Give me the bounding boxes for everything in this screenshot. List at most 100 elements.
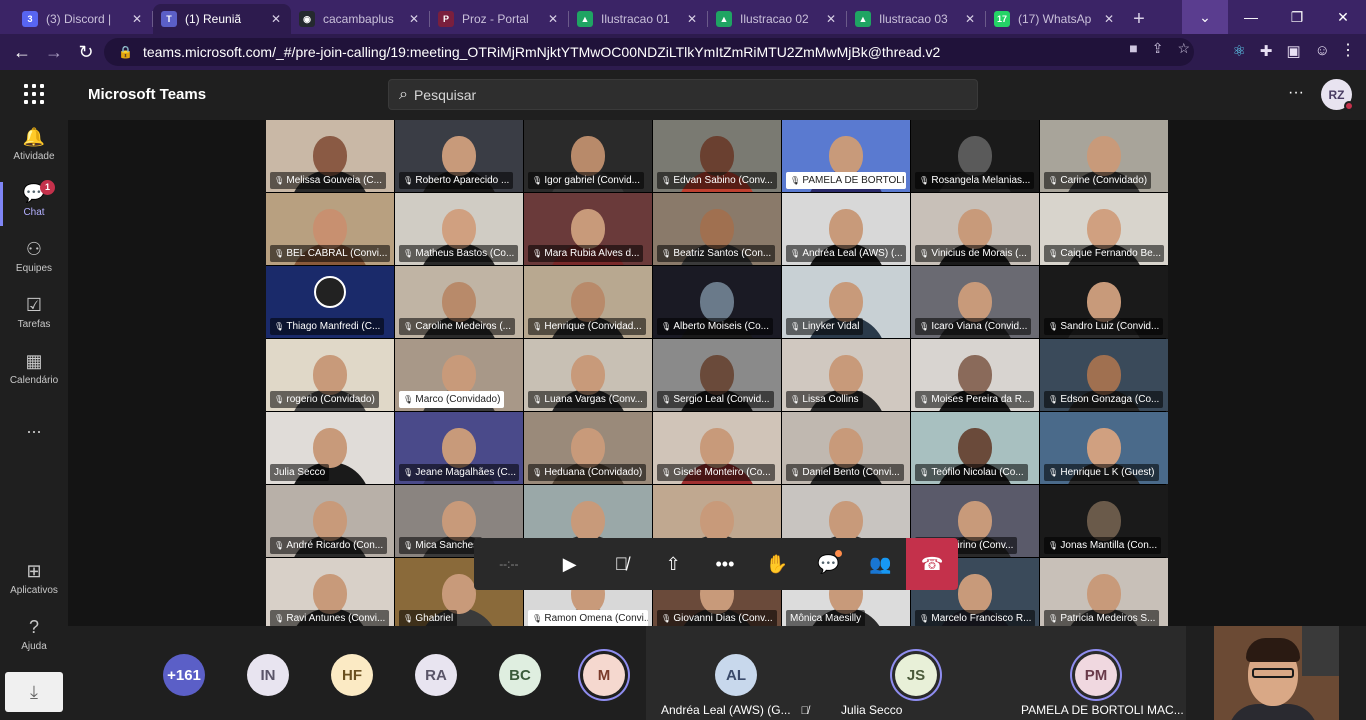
rail-item-calendar[interactable]: ▦ Calendário [0, 350, 68, 402]
participant-avatar[interactable]: RA [415, 654, 457, 696]
participant-tile[interactable]: 🎙 Thiago Manfredi (C... [266, 266, 394, 338]
extensions-puzzle-icon[interactable]: ✚ [1260, 42, 1273, 60]
tab-close-icon[interactable]: ✕ [407, 12, 421, 26]
browser-tab[interactable]: ▲ Ilustracao 02 ✕ [708, 4, 846, 34]
bookmark-star-icon[interactable]: ☆ [1177, 40, 1190, 57]
participant-tile[interactable]: 🎙 BEL CABRAL (Convi... [266, 193, 394, 265]
share-screen-button[interactable]: ⇧ [647, 538, 699, 590]
profile-avatar-icon[interactable]: ☺ [1315, 42, 1330, 60]
participant-avatar[interactable]: IN [247, 654, 289, 696]
participant-tile[interactable]: 🎙 Caique Fernando Be... [1040, 193, 1168, 265]
close-window-button[interactable]: ✕ [1320, 0, 1366, 34]
self-view-video[interactable] [1214, 626, 1339, 720]
participant-avatar[interactable]: HF [331, 654, 373, 696]
rail-item-chat[interactable]: 💬 Chat 1 [0, 180, 68, 234]
settings-more-icon[interactable]: ··· [1288, 84, 1304, 102]
participant-tile[interactable]: 🎙 Sergio Leal (Convid... [653, 339, 781, 411]
browser-menu-icon[interactable]: ⋮ [1340, 40, 1356, 60]
participant-avatar[interactable]: BC [499, 654, 541, 696]
back-button[interactable]: ← [6, 36, 38, 68]
participant-tile[interactable]: Julia Secco [266, 412, 394, 484]
participant-tile[interactable]: 🎙 rogerio (Convidado) [266, 339, 394, 411]
participant-tile[interactable]: 🎙 Igor gabriel (Convid... [524, 120, 652, 192]
more-actions-button[interactable]: ••• [699, 538, 751, 590]
tab-close-icon[interactable]: ✕ [685, 12, 699, 26]
participant-tile[interactable]: 🎙 Gisele Monteiro (Co... [653, 412, 781, 484]
camera-button[interactable]: ▶ [544, 538, 596, 590]
participant-tile[interactable]: 🎙 Roberto Aparecido ... [395, 120, 523, 192]
side-panel-icon[interactable]: ▣ [1286, 42, 1300, 60]
meeting-chat-button[interactable]: 💬 [803, 538, 855, 590]
participant-tile[interactable]: 🎙 Lissa Collins [782, 339, 910, 411]
participant-tile[interactable]: 🎙 André Ricardo (Con... [266, 485, 394, 557]
participant-tile[interactable]: 🎙 Edson Gonzaga (Co... [1040, 339, 1168, 411]
participant-tile[interactable]: 🎙 Jeane Magalhães (C... [395, 412, 523, 484]
tab-close-icon[interactable]: ✕ [824, 12, 838, 26]
participant-tile[interactable]: 🎙 Sandro Luiz (Convid... [1040, 266, 1168, 338]
minimize-button[interactable]: — [1228, 0, 1274, 34]
rail-item-bell[interactable]: 🔔 Atividade [0, 126, 68, 178]
browser-tab[interactable]: 3 (3) Discord | ✕ [14, 4, 152, 34]
participant-tile[interactable]: 🎙 Luana Vargas (Conv... [524, 339, 652, 411]
mic-button[interactable]: 🎙̸ [596, 538, 648, 590]
audio-participant-avatar[interactable]: AL [715, 654, 757, 696]
overflow-participants-count[interactable]: +161 [163, 654, 205, 696]
participant-tile[interactable]: 🎙 Henrique L K (Guest) [1040, 412, 1168, 484]
participant-tile[interactable]: 🎙 Mara Rubia Alves d... [524, 193, 652, 265]
raise-hand-button[interactable]: ✋ [751, 538, 803, 590]
participant-tile[interactable]: 🎙 Patricia Medeiros S... [1040, 558, 1168, 630]
browser-tab[interactable]: ▲ Ilustracao 03 ✕ [847, 4, 985, 34]
tab-close-icon[interactable]: ✕ [130, 12, 144, 26]
participant-tile[interactable]: 🎙 Andréa Leal (AWS) (... [782, 193, 910, 265]
rail-item-apps[interactable]: ⊞ Aplicativos [0, 560, 68, 612]
leave-call-button[interactable]: ☎ [906, 538, 958, 590]
tab-close-icon[interactable]: ✕ [1102, 12, 1116, 26]
participant-tile[interactable]: 🎙 PAMELA DE BORTOLI ... [782, 120, 910, 192]
participant-tile[interactable]: 🎙 Caroline Medeiros (... [395, 266, 523, 338]
search-input[interactable]: ⌕ Pesquisar [388, 79, 978, 110]
reload-button[interactable]: ↻ [70, 36, 102, 68]
browser-tab[interactable]: 17 (17) WhatsAp ✕ [986, 4, 1124, 34]
participant-tile[interactable]: 🎙 Ravi Antunes (Convi... [266, 558, 394, 630]
participant-tile[interactable]: 🎙 Vinicius de Morais (... [911, 193, 1039, 265]
participant-tile[interactable]: 🎙 Linyker Vidal [782, 266, 910, 338]
browser-tab[interactable]: P Proz - Portal ✕ [430, 4, 568, 34]
tab-close-icon[interactable]: ✕ [269, 12, 283, 26]
tab-close-icon[interactable]: ✕ [963, 12, 977, 26]
rail-item-help[interactable]: ? Ajuda [0, 616, 68, 668]
camera-blocked-icon[interactable]: ■ [1129, 40, 1137, 57]
participant-tile[interactable]: 🎙 Matheus Bastos (Co... [395, 193, 523, 265]
address-bar[interactable]: 🔒 teams.microsoft.com/_#/pre-join-callin… [104, 38, 1194, 66]
participant-tile[interactable]: 🎙 Rosangela Melanias... [911, 120, 1039, 192]
maximize-button[interactable]: ❐ [1274, 0, 1320, 34]
tab-search-button[interactable]: ⌄ [1182, 0, 1228, 34]
share-icon[interactable]: ⇪ [1152, 40, 1164, 57]
new-tab-button[interactable]: + [1124, 4, 1154, 34]
rail-item-teams[interactable]: ⚇ Equipes [0, 238, 68, 290]
audio-participant-avatar[interactable]: PM [1075, 654, 1117, 696]
participant-tile[interactable]: 🎙 Beatriz Santos (Con... [653, 193, 781, 265]
participant-avatar[interactable]: M [583, 654, 625, 696]
rail-item-tasks[interactable]: ☑ Tarefas [0, 294, 68, 346]
browser-tab[interactable]: T (1) Reuniã ✕ [153, 4, 291, 34]
participant-tile[interactable]: 🎙 Daniel Bento (Convi... [782, 412, 910, 484]
browser-tab[interactable]: ▲ Ilustracao 01 ✕ [569, 4, 707, 34]
participant-tile[interactable]: 🎙 Henrique (Convidad... [524, 266, 652, 338]
react-devtools-icon[interactable]: ⚛ [1232, 42, 1245, 60]
app-launcher-icon[interactable] [24, 84, 44, 104]
participant-tile[interactable]: 🎙 Melissa Gouveia (C... [266, 120, 394, 192]
participant-tile[interactable]: 🎙 Heduana (Convidado) [524, 412, 652, 484]
browser-tab[interactable]: ◉ cacambaplus ✕ [291, 4, 429, 34]
participant-tile[interactable]: 🎙 Carine (Convidado) [1040, 120, 1168, 192]
download-icon[interactable]: ⤓ [5, 672, 63, 712]
participant-tile[interactable]: 🎙 Moises Pereira da R... [911, 339, 1039, 411]
rail-item-more[interactable]: ... [0, 416, 68, 468]
audio-participant-avatar[interactable]: JS [895, 654, 937, 696]
participant-tile[interactable]: 🎙 Marco (Convidado) [395, 339, 523, 411]
user-avatar[interactable]: RZ [1321, 79, 1354, 111]
participant-tile[interactable]: 🎙 Jonas Mantilla (Con... [1040, 485, 1168, 557]
forward-button[interactable]: → [38, 36, 70, 68]
participants-button[interactable]: 👥 [854, 538, 906, 590]
participant-tile[interactable]: 🎙 Edvan Sabino (Conv... [653, 120, 781, 192]
participant-tile[interactable]: 🎙 Teófilo Nicolau (Co... [911, 412, 1039, 484]
